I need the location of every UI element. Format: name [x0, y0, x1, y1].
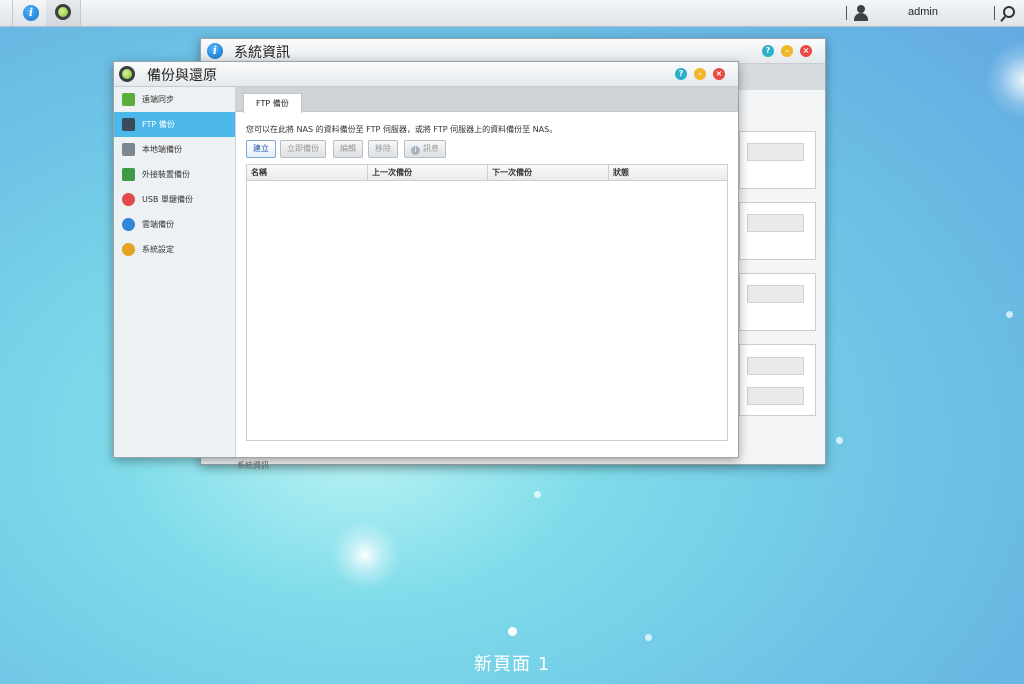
info-icon: i: [411, 146, 420, 155]
backup-now-button[interactable]: 立即備份: [280, 140, 326, 158]
main-panel: FTP 備份 您可以在此將 NAS 的資料備份至 FTP 伺服器，或將 FTP …: [236, 87, 738, 457]
gear-icon: [122, 243, 135, 256]
info-field: [747, 214, 804, 232]
page-label: 新頁面 1: [474, 654, 551, 675]
sidebar-item-label: 本地端備份: [142, 145, 182, 154]
sidebar-item-label: 遠端同步: [142, 95, 174, 104]
info-icon: i: [23, 5, 39, 21]
info-icon: i: [207, 43, 223, 59]
sidebar-item-ftp-backup[interactable]: FTP 備份: [114, 112, 235, 137]
divider: [994, 6, 995, 20]
minimize-icon[interactable]: –: [781, 45, 793, 57]
sidebar-item-local-backup[interactable]: 本地端備份: [114, 137, 235, 162]
user-icon[interactable]: [853, 5, 869, 21]
info-field: [747, 143, 804, 161]
remove-button[interactable]: 移除: [368, 140, 398, 158]
desktop-sparkle: [836, 437, 843, 444]
window-title: 備份與還原: [147, 68, 217, 84]
cloud-icon: [122, 218, 135, 231]
column-header-name[interactable]: 名稱: [247, 165, 368, 180]
sidebar-item-label: 系統設定: [142, 245, 174, 254]
sync-icon: [122, 93, 135, 106]
sidebar-item-external-backup[interactable]: 外接裝置備份: [114, 162, 235, 187]
sidebar-item-cloud-backup[interactable]: 雲端備份: [114, 212, 235, 237]
column-header-last-backup[interactable]: 上一次備份: [368, 165, 488, 180]
external-device-icon: [122, 168, 135, 181]
sidebar: 遠端同步 FTP 備份 本地端備份 外接裝置備份 USB 單鍵備份 雲端備份 系…: [114, 87, 236, 457]
sidebar-item-remote-sync[interactable]: 遠端同步: [114, 87, 235, 112]
info-field: [747, 285, 804, 303]
tab-ftp-backup[interactable]: FTP 備份: [243, 93, 302, 113]
sidebar-item-label: 外接裝置備份: [142, 170, 190, 179]
info-field: [747, 387, 804, 405]
taskbar: i admin: [0, 0, 1024, 27]
sidebar-item-system-settings[interactable]: 系統設定: [114, 237, 235, 262]
desktop-sparkle: [645, 634, 652, 641]
help-icon[interactable]: ?: [675, 68, 687, 80]
description-text: 您可以在此將 NAS 的資料備份至 FTP 伺服器，或將 FTP 伺服器上的資料…: [246, 125, 558, 134]
sidebar-item-usb-backup[interactable]: USB 單鍵備份: [114, 187, 235, 212]
backup-restore-icon: [119, 66, 135, 82]
close-icon[interactable]: ×: [713, 68, 725, 80]
search-icon[interactable]: [1001, 6, 1015, 20]
info-button-label: 訊息: [423, 144, 439, 153]
sidebar-item-label: 雲端備份: [142, 220, 174, 229]
sidebar-item-label: FTP 備份: [142, 120, 175, 129]
desktop-sparkle: [1006, 311, 1013, 318]
usb-button-icon: [122, 193, 135, 206]
close-icon[interactable]: ×: [800, 45, 812, 57]
create-button[interactable]: 建立: [246, 140, 276, 158]
column-header-status[interactable]: 狀態: [609, 165, 725, 180]
taskbar-app-system-info[interactable]: i: [12, 0, 48, 26]
backup-jobs-table[interactable]: 名稱 上一次備份 下一次備份 狀態: [246, 164, 728, 441]
help-icon[interactable]: ?: [762, 45, 774, 57]
footer-text: 系統資訊: [237, 461, 269, 470]
ftp-server-icon: [122, 118, 135, 131]
sidebar-item-label: USB 單鍵備份: [142, 195, 193, 204]
desktop-light-flare: [330, 520, 400, 590]
local-drive-icon: [122, 143, 135, 156]
tab-bar: FTP 備份: [236, 87, 738, 113]
backup-restore-icon: [55, 4, 71, 20]
divider: [846, 6, 847, 20]
backup-restore-window[interactable]: 備份與還原 ? – × 遠端同步 FTP 備份 本地端備份 外接裝置備份 USB…: [113, 61, 739, 458]
page-indicator-dot[interactable]: [508, 627, 517, 636]
minimize-icon[interactable]: –: [694, 68, 706, 80]
desktop-sparkle: [534, 491, 541, 498]
edit-button[interactable]: 編輯: [333, 140, 363, 158]
info-button[interactable]: i 訊息: [404, 140, 446, 158]
desktop-light-flare: [985, 40, 1024, 120]
window-title: 系統資訊: [234, 45, 290, 61]
username-label[interactable]: admin: [908, 6, 938, 18]
window-titlebar[interactable]: 備份與還原 ? – ×: [114, 62, 738, 87]
table-header: 名稱 上一次備份 下一次備份 狀態: [247, 165, 727, 181]
column-header-next-backup[interactable]: 下一次備份: [488, 165, 609, 180]
taskbar-app-backup[interactable]: [46, 0, 81, 26]
info-group: [739, 344, 816, 416]
info-field: [747, 357, 804, 375]
